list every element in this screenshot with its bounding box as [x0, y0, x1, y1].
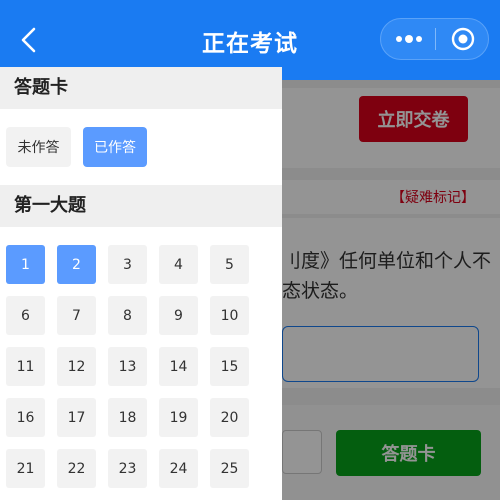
question-number-16[interactable]: 16: [6, 398, 45, 437]
question-number-13[interactable]: 13: [108, 347, 147, 386]
more-dots-icon[interactable]: [394, 29, 424, 49]
legend-unanswered: 未作答: [6, 127, 71, 167]
question-number-3[interactable]: 3: [108, 245, 147, 284]
question-number-8[interactable]: 8: [108, 296, 147, 335]
answer-sheet-drawer: 答题卡 未作答 已作答 第一大题 1 2 3 4 5 6 7 8 9 10 11 12 13 14 15 16…: [0, 67, 282, 500]
question-number-19[interactable]: 19: [159, 398, 198, 437]
question-number-14[interactable]: 14: [159, 347, 198, 386]
capsule-divider: [435, 28, 436, 50]
question-number-12[interactable]: 12: [57, 347, 96, 386]
question-number-1[interactable]: 1: [6, 245, 45, 284]
question-number-5[interactable]: 5: [210, 245, 249, 284]
question-number-23[interactable]: 23: [108, 449, 147, 488]
drawer-title: 答题卡: [0, 67, 282, 109]
question-number-9[interactable]: 9: [159, 296, 198, 335]
question-number-7[interactable]: 7: [57, 296, 96, 335]
question-number-21[interactable]: 21: [6, 449, 45, 488]
question-number-4[interactable]: 4: [159, 245, 198, 284]
question-number-25[interactable]: 25: [210, 449, 249, 488]
question-number-6[interactable]: 6: [6, 296, 45, 335]
target-circle-icon[interactable]: [451, 27, 475, 51]
question-number-10[interactable]: 10: [210, 296, 249, 335]
question-number-2[interactable]: 2: [57, 245, 96, 284]
section-title: 第一大题: [0, 185, 282, 227]
mini-program-capsule: [380, 18, 489, 60]
question-number-11[interactable]: 11: [6, 347, 45, 386]
question-number-17[interactable]: 17: [57, 398, 96, 437]
question-grid: 1 2 3 4 5 6 7 8 9 10 11 12 13 14 15 16 17 18 19 20 21 22 23 24 2…: [0, 245, 282, 500]
question-number-18[interactable]: 18: [108, 398, 147, 437]
question-number-24[interactable]: 24: [159, 449, 198, 488]
question-number-20[interactable]: 20: [210, 398, 249, 437]
question-number-15[interactable]: 15: [210, 347, 249, 386]
question-number-22[interactable]: 22: [57, 449, 96, 488]
legend-answered: 已作答: [83, 127, 147, 167]
